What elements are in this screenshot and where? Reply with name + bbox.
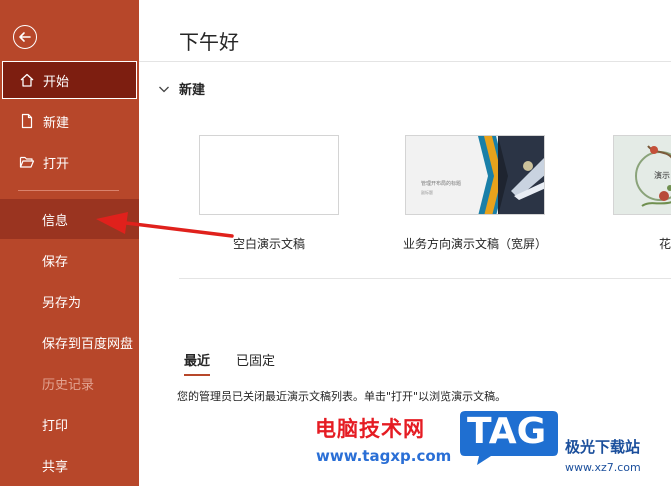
nav-save-as[interactable]: 另存为 [0,281,139,321]
section-divider [179,278,671,279]
template-business-caption: 业务方向演示文稿（宽屏） [403,237,548,251]
arrow-left-icon [19,32,31,42]
business-thumbnail-subtitle: 副标题 [421,190,433,195]
watermark-text: 电脑技术网 [315,417,425,441]
template-blank[interactable]: 空白演示文稿 [199,135,339,251]
home-icon [18,71,36,89]
watermark-url: www.tagxp.com [316,447,452,465]
nav-share-label: 共享 [42,459,69,475]
nav-save-label: 保存 [42,254,69,270]
flower-thumbnail-title: 演示 [654,171,670,180]
nav-divider [18,190,119,191]
watermark-cn-name: 极光下载站 [565,438,641,456]
nav-save[interactable]: 保存 [0,240,139,280]
chevron-down-icon [159,86,169,92]
back-button[interactable] [13,25,37,49]
nav-save-to-baidu[interactable]: 保存到百度网盘 [0,322,139,362]
recent-disabled-notice: 您的管理员已关闭最近演示文稿列表。单击"打开"以浏览演示文稿。 [177,390,507,403]
nav-new-label: 新建 [43,115,70,131]
nav-home[interactable]: 开始 [2,61,137,99]
nav-history: 历史记录 [0,363,139,403]
nav-info-label: 信息 [42,213,69,229]
template-blank-caption: 空白演示文稿 [233,237,306,251]
nav-new[interactable]: 新建 [0,101,139,141]
nav-print[interactable]: 打印 [0,404,139,444]
greeting-title: 下午好 [179,30,239,54]
nav-open[interactable]: 打开 [0,142,139,182]
new-section-header[interactable]: 新建 [157,79,205,98]
watermark-logo: TAG [459,405,559,467]
tab-recent[interactable]: 最近 [184,350,211,376]
business-thumbnail-art [478,136,544,214]
nav-share[interactable]: 共享 [0,445,139,485]
nav-open-label: 打开 [43,156,70,172]
backstage-sidebar: 开始 新建 打开 信息 保存 另存为 保存到百度网盘 历史记录 打印 共享 [0,0,139,486]
nav-save-to-baidu-label: 保存到百度网盘 [42,336,134,352]
recent-tabs: 最近 已固定 [184,350,301,376]
watermark-logo-text: TAG [467,411,547,452]
template-business-thumbnail: 管理开布局的标题 副标题 [405,135,545,215]
nav-history-label: 历史记录 [42,377,95,393]
new-section-title: 新建 [179,83,206,98]
template-blank-thumbnail [199,135,339,215]
new-document-icon [18,112,36,130]
header-divider [139,61,671,62]
template-flower-thumbnail: 演示 [613,135,671,215]
template-flower[interactable]: 演示 花 [613,135,671,251]
business-thumbnail-title: 管理开布局的标题 [421,181,462,187]
nav-info[interactable]: 信息 [0,199,139,239]
open-folder-icon [18,153,36,171]
nav-save-as-label: 另存为 [42,295,82,311]
watermark-site: www.xz7.com [565,461,641,474]
template-flower-caption: 花 [659,237,671,251]
template-business[interactable]: 管理开布局的标题 副标题 业务方向演示文稿（宽屏） [403,135,547,251]
nav-home-label: 开始 [43,74,70,90]
nav-print-label: 打印 [42,418,69,434]
tab-pinned[interactable]: 已固定 [236,350,275,376]
